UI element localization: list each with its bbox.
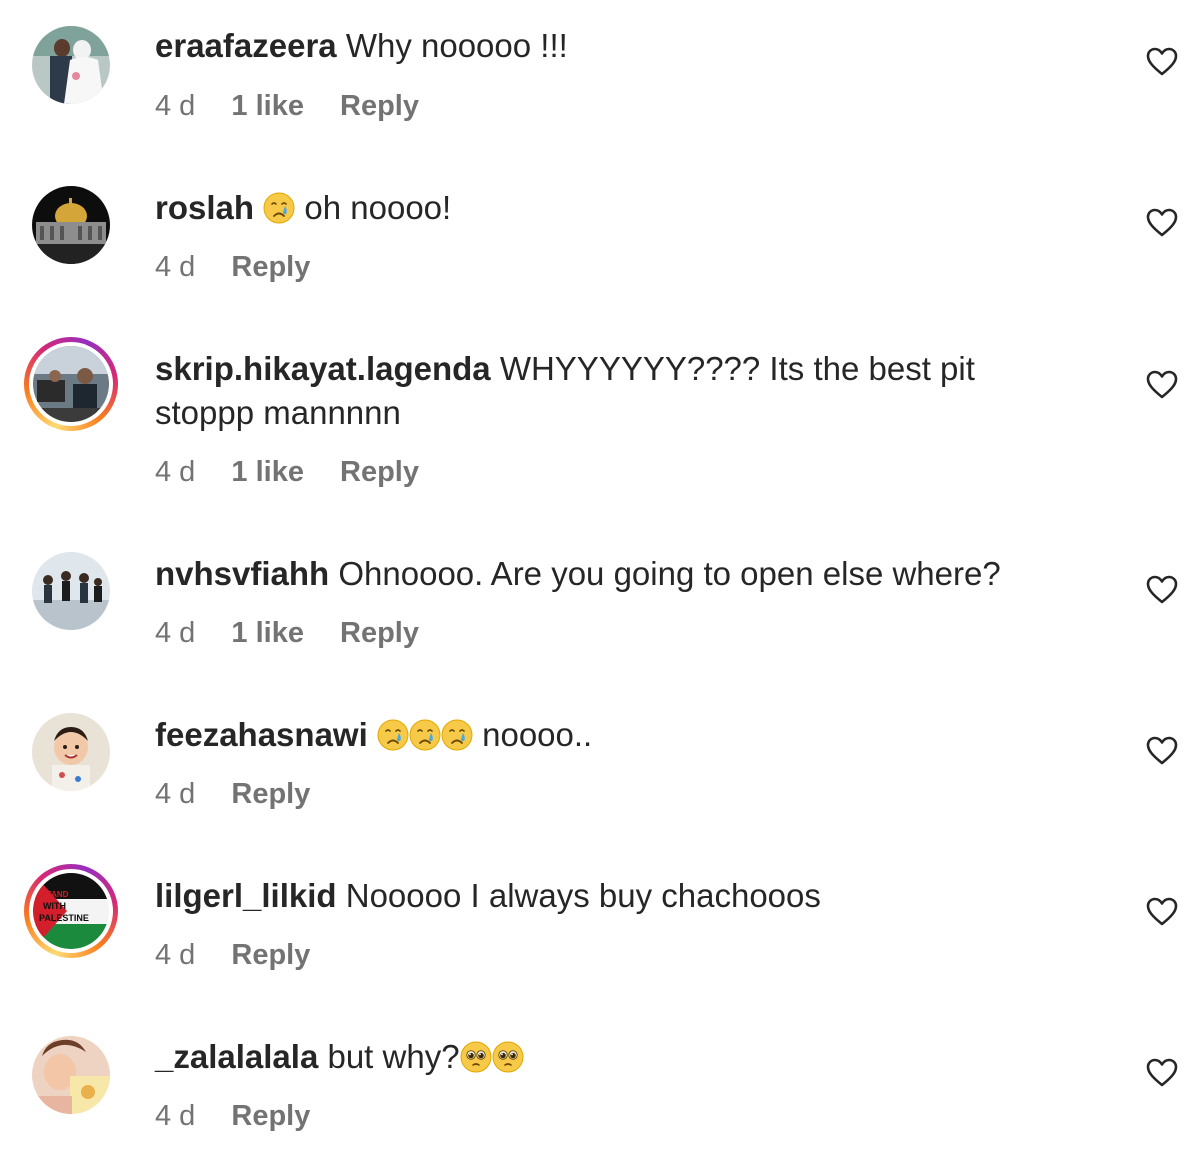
avatar[interactable] [32,1036,110,1114]
reply-button[interactable]: Reply [231,939,310,971]
heart-icon[interactable] [1146,897,1178,927]
username-link[interactable]: eraafazeera [155,27,337,64]
comment-body: Ohnoooo. Are you going to open else wher… [338,555,1001,592]
comment-body: but why? [327,1038,460,1075]
avatar[interactable] [32,713,110,791]
crying-face-emoji [263,192,295,224]
avatar-photo [32,26,110,104]
avatar-text: I STAND [37,890,69,899]
crying-face-emoji [377,719,409,751]
comment-body: oh noooo! [304,189,452,226]
comment-meta: 4 d 1 like Reply [155,456,447,489]
comment-text: skrip.hikayat.lagenda WHYYYYYY???? Its t… [155,347,1035,435]
timestamp[interactable]: 4 d [155,1100,195,1132]
likes-count[interactable]: 1 like [231,617,304,649]
comment-text: eraafazeera Why nooooo !!! [155,24,1055,68]
heart-icon[interactable] [1146,47,1178,77]
avatar[interactable] [32,186,110,264]
comment-body: Nooooo I always buy chachooos [345,877,821,914]
comment-meta: 4 d Reply [155,939,338,972]
username-link[interactable]: roslah [155,189,254,226]
reply-button[interactable]: Reply [340,90,419,122]
heart-icon[interactable] [1146,208,1178,238]
likes-count[interactable]: 1 like [231,456,304,488]
avatar-photo [32,552,110,630]
comment-body: Why nooooo !!! [345,27,568,64]
crying-face-emoji [441,719,473,751]
avatar-photo [32,1036,110,1114]
timestamp[interactable]: 4 d [155,778,195,810]
reply-button[interactable]: Reply [231,251,310,283]
crying-face-emoji [409,719,441,751]
timestamp[interactable]: 4 d [155,456,195,488]
reply-button[interactable]: Reply [231,778,310,810]
username-link[interactable]: lilgerl_lilkid [155,877,337,914]
comment-meta: 4 d 1 like Reply [155,617,447,650]
reply-button[interactable]: Reply [340,456,419,488]
timestamp[interactable]: 4 d [155,90,195,122]
timestamp[interactable]: 4 d [155,251,195,283]
avatar-photo [32,713,110,791]
avatar-story-ring[interactable]: I STAND WITH PALESTINE [24,864,118,958]
reply-button[interactable]: Reply [340,617,419,649]
avatar[interactable] [32,552,110,630]
username-link[interactable]: skrip.hikayat.lagenda [155,350,491,387]
avatar-text: PALESTINE [39,913,89,923]
comment-text: _zalalalala but why? [155,1035,1055,1079]
likes-count[interactable]: 1 like [231,90,304,122]
pleading-face-emoji [460,1041,492,1073]
comment-meta: 4 d 1 like Reply [155,90,447,123]
comment-meta: 4 d Reply [155,251,338,284]
avatar-story-ring[interactable] [24,337,118,431]
heart-icon[interactable] [1146,575,1178,605]
heart-icon[interactable] [1146,736,1178,766]
comment-text: nvhsvfiahh Ohnoooo. Are you going to ope… [155,552,1115,596]
avatar-text: WITH [43,901,66,911]
heart-icon[interactable] [1146,370,1178,400]
avatar-photo: I STAND WITH PALESTINE [33,873,109,949]
comment-text: roslah oh noooo! [155,186,1055,230]
comment-meta: 4 d Reply [155,1100,338,1133]
comment-body: noooo.. [482,716,593,753]
avatar-photo [32,186,110,264]
comment-meta: 4 d Reply [155,778,338,811]
username-link[interactable]: feezahasnawi [155,716,368,753]
username-link[interactable]: _zalalalala [155,1038,318,1075]
comment-text: lilgerl_lilkid Nooooo I always buy chach… [155,874,1055,918]
pleading-face-emoji [492,1041,524,1073]
comment-text: feezahasnawi noooo.. [155,713,1055,757]
heart-icon[interactable] [1146,1058,1178,1088]
avatar-photo [33,346,109,422]
username-link[interactable]: nvhsvfiahh [155,555,329,592]
timestamp[interactable]: 4 d [155,939,195,971]
timestamp[interactable]: 4 d [155,617,195,649]
avatar[interactable] [32,26,110,104]
reply-button[interactable]: Reply [231,1100,310,1132]
